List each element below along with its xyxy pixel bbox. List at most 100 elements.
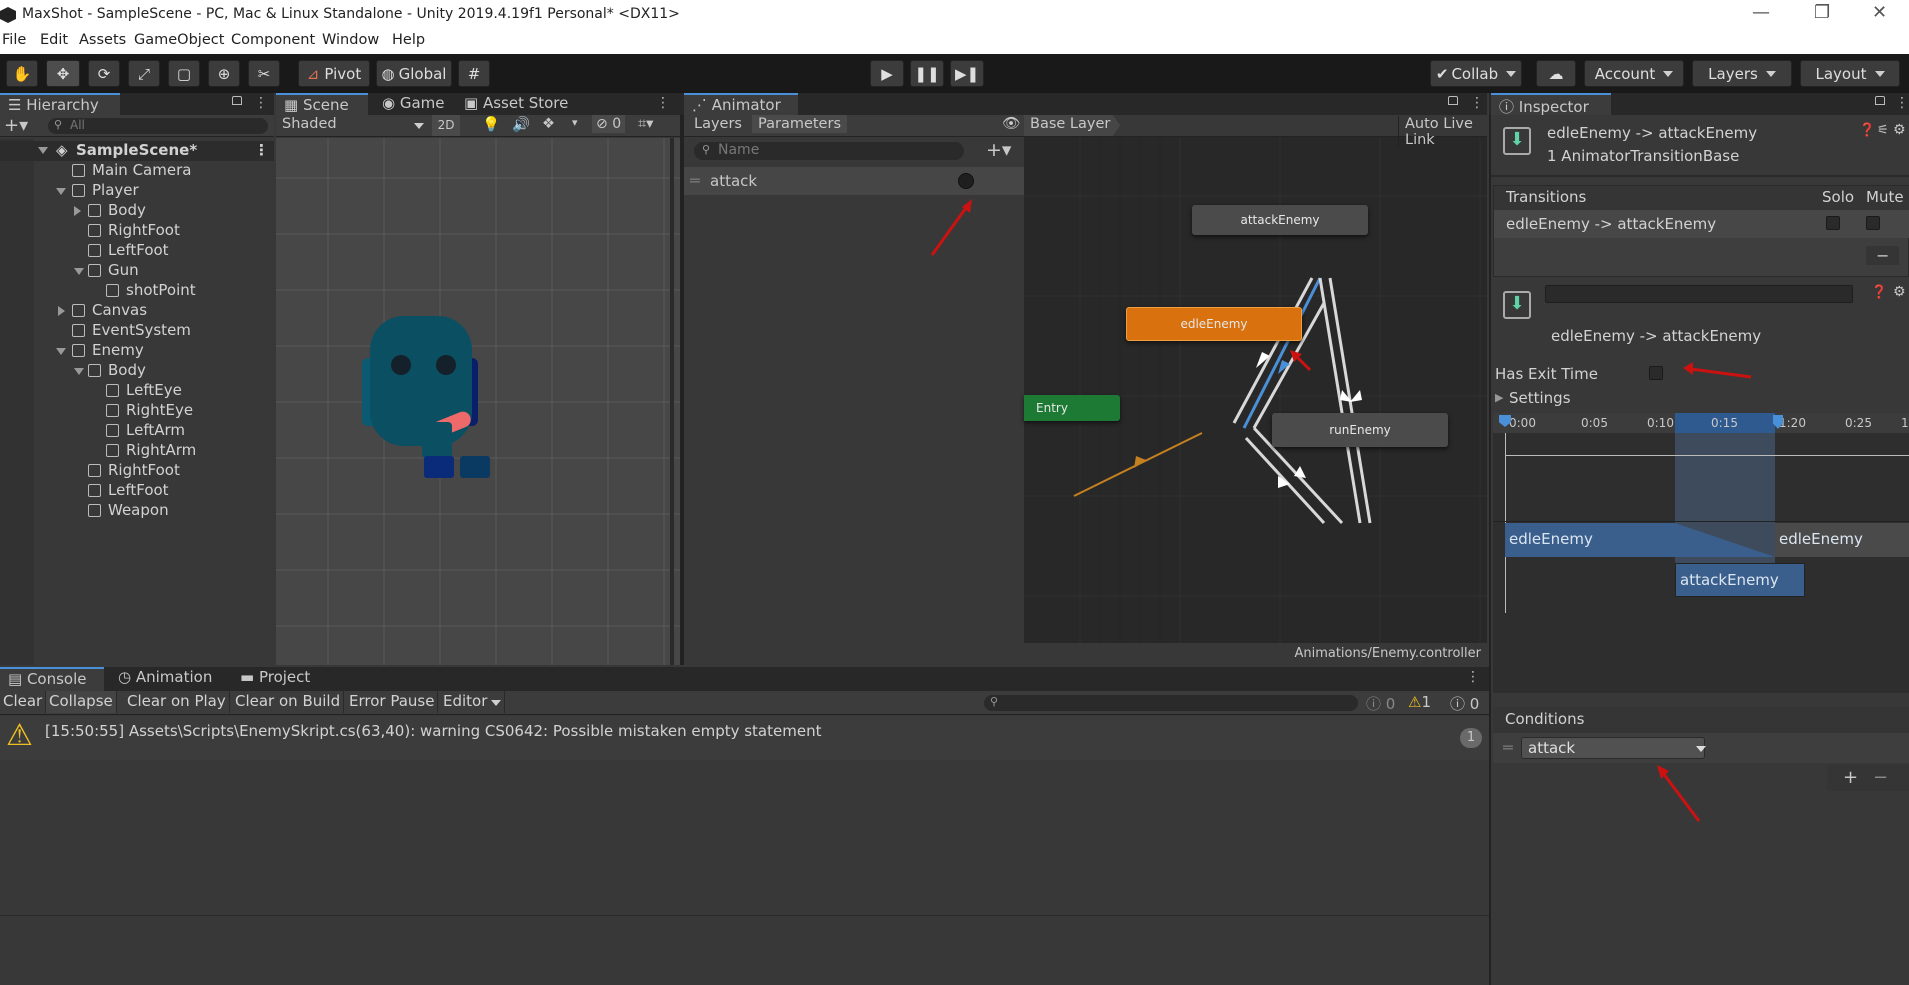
tab-project[interactable]: ▬ Project (232, 667, 318, 689)
tab-animation[interactable]: ◷ Animation (110, 667, 220, 689)
warning-count-toggle[interactable]: ⚠1 (1408, 693, 1431, 711)
menu-component[interactable]: Component (231, 32, 315, 48)
collapse-button[interactable]: Collapse (46, 691, 117, 713)
clear-on-build-button[interactable]: Clear on Build (232, 691, 345, 713)
condition-parameter-dropdown[interactable]: attack (1521, 737, 1706, 759)
add-icon[interactable]: +▾ (4, 115, 28, 136)
chevron-down-icon[interactable] (414, 123, 424, 129)
console-log-row[interactable]: ⚠ [15:50:55] Assets\Scripts\EnemySkript.… (0, 716, 1489, 760)
hierarchy-item[interactable]: shotPoint (0, 281, 274, 301)
hierarchy-search-input[interactable]: All (48, 118, 268, 134)
tab-scene[interactable]: ▦ Scene (276, 93, 368, 115)
move-tool-icon[interactable]: ✥ (46, 60, 80, 87)
fold-icon[interactable] (58, 306, 65, 316)
drag-handle-icon[interactable]: ═ (690, 171, 700, 190)
clip-attack-enemy[interactable]: attackEnemy (1675, 563, 1805, 597)
tab-game[interactable]: ◉ Game (374, 93, 453, 115)
breadcrumb[interactable]: Base Layer (1024, 115, 1121, 136)
clear-on-play-button[interactable]: Clear on Play (124, 691, 230, 713)
hierarchy-item[interactable]: RightFoot (0, 221, 274, 241)
state-entry[interactable]: Entry (1024, 395, 1120, 421)
fold-icon[interactable] (56, 188, 66, 195)
transition-name-input[interactable] (1545, 285, 1853, 303)
animator-graph[interactable]: Base Layer Auto Live Link attackEnemy ed… (1024, 115, 1487, 665)
hierarchy-item[interactable]: RightFoot (0, 461, 274, 481)
custom-tool-icon[interactable]: ✂ (248, 60, 280, 87)
audio-icon[interactable]: 🔊 (512, 116, 530, 133)
fold-icon[interactable] (56, 348, 66, 355)
hierarchy-item[interactable]: LeftFoot (0, 241, 274, 261)
rotate-tool-icon[interactable]: ⟳ (88, 60, 120, 87)
error-pause-button[interactable]: Error Pause (346, 691, 439, 713)
chevron-down-icon[interactable]: ▾ (572, 116, 578, 129)
light-icon[interactable]: 💡 (482, 116, 500, 133)
gear-icon[interactable]: ⚙ (1893, 284, 1906, 300)
solo-checkbox[interactable] (1826, 216, 1840, 230)
fold-icon[interactable] (38, 147, 48, 154)
tab-animator[interactable]: ⋰ Animator (684, 93, 798, 115)
gear-icon[interactable]: ⚙ (1893, 122, 1906, 138)
lock-icon[interactable] (1875, 96, 1885, 105)
menu-file[interactable]: File (2, 32, 26, 48)
collab-button[interactable]: ✔ Collab (1430, 60, 1522, 87)
hierarchy-item[interactable]: LeftEye (0, 381, 274, 401)
rect-tool-icon[interactable]: ▢ (168, 60, 200, 87)
settings-foldout[interactable]: Settings (1509, 389, 1571, 407)
more-icon[interactable]: ⋮ (1466, 669, 1480, 685)
transition-timeline[interactable]: 0:00 0:05 0:10 0:15 1:20 0:25 1: edleEne… (1493, 413, 1909, 693)
account-dropdown[interactable]: Account (1584, 60, 1684, 87)
state-attack-enemy[interactable]: attackEnemy (1192, 205, 1368, 235)
tab-console[interactable]: ▤ Console (0, 667, 104, 691)
hierarchy-item[interactable]: RightEye (0, 401, 274, 421)
layers-dropdown[interactable]: Layers (1692, 60, 1792, 87)
fold-icon[interactable] (74, 268, 84, 275)
shading-dropdown[interactable]: Shaded (282, 116, 337, 132)
pivot-button[interactable]: ⊿ Pivot (298, 60, 370, 87)
mute-checkbox[interactable] (1866, 216, 1880, 230)
2d-toggle[interactable]: 2D (432, 115, 460, 136)
help-icon[interactable]: ❓ (1859, 123, 1875, 138)
parameter-name[interactable]: attack (710, 172, 757, 190)
tab-hierarchy[interactable]: ☰ Hierarchy (0, 93, 120, 115)
lock-icon[interactable] (232, 96, 242, 105)
hierarchy-item[interactable]: Weapon (0, 501, 274, 521)
hierarchy-item[interactable]: Main Camera (0, 161, 274, 181)
hierarchy-item[interactable]: LeftFoot (0, 481, 274, 501)
layers-tab[interactable]: Layers (690, 115, 746, 133)
add-condition-button[interactable]: + (1843, 767, 1858, 788)
enemy-sprite[interactable] (276, 138, 680, 665)
hierarchy-item[interactable]: LeftArm (0, 421, 274, 441)
help-icon[interactable]: ❓ (1871, 285, 1887, 300)
global-button[interactable]: ◍ Global (376, 60, 452, 87)
hierarchy-item[interactable]: RightArm (0, 441, 274, 461)
info-count-toggle[interactable]: ⓘ 0 (1450, 693, 1479, 714)
menu-assets[interactable]: Assets (79, 32, 126, 48)
parameter-row[interactable]: ═ attack (684, 167, 1024, 195)
play-button[interactable]: ▶ (870, 60, 904, 87)
hierarchy-item[interactable]: Gun (0, 261, 274, 281)
maximize-icon[interactable]: ❐ (1814, 2, 1830, 23)
foldout-arrow-icon[interactable]: ▶ (1495, 391, 1503, 404)
console-search-input[interactable] (984, 695, 1358, 711)
remove-condition-button[interactable]: − (1873, 767, 1888, 788)
parameter-search-input[interactable]: Name (694, 142, 964, 160)
hierarchy-item[interactable]: Enemy (0, 341, 274, 361)
minimize-icon[interactable]: — (1752, 2, 1770, 23)
more-icon[interactable]: ⋮ (1470, 95, 1484, 111)
scale-tool-icon[interactable]: ⤢ (128, 60, 160, 87)
clear-button[interactable]: Clear (0, 691, 47, 713)
menu-edit[interactable]: Edit (40, 32, 68, 48)
scene-row[interactable]: ◈ SampleScene* ⋮ (0, 141, 274, 161)
transform-tool-icon[interactable]: ⊕ (208, 60, 240, 87)
log-message[interactable]: [15:50:55] Assets\Scripts\EnemySkript.cs… (45, 722, 821, 740)
hand-tool-icon[interactable]: ✋ (6, 60, 38, 87)
remove-transition-button[interactable]: − (1866, 246, 1900, 265)
cloud-icon[interactable]: ☁ (1536, 60, 1576, 87)
fold-icon[interactable] (74, 206, 81, 216)
lock-icon[interactable] (1448, 96, 1458, 105)
clip-edle-enemy-next[interactable]: edleEnemy (1775, 523, 1909, 557)
error-count-toggle[interactable]: ⓘ 0 (1366, 693, 1395, 714)
more-icon[interactable]: ⋮ (656, 95, 670, 111)
menu-window[interactable]: Window (322, 32, 379, 48)
scene-viewport[interactable] (276, 138, 680, 665)
